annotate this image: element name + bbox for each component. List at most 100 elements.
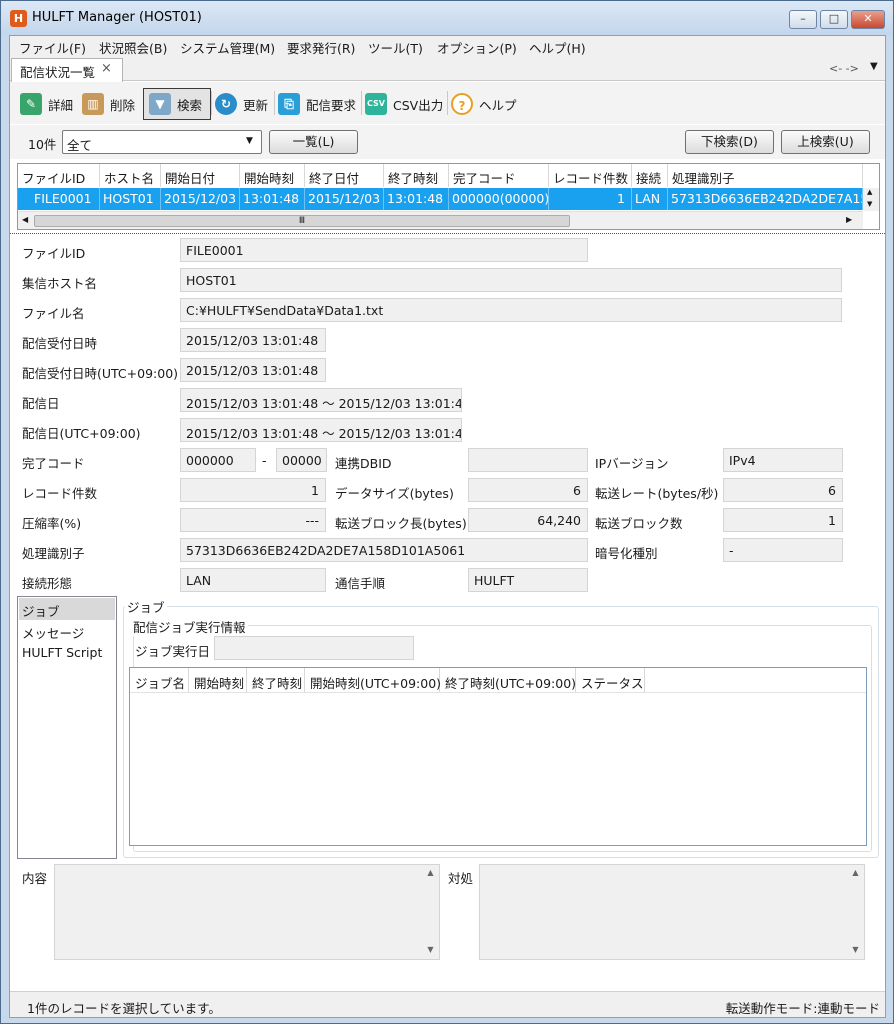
list-item[interactable]: メッセージ [19, 620, 115, 642]
grid-header[interactable]: 完了コード [449, 164, 549, 187]
grid-cell: LAN [632, 188, 668, 210]
tab-label: 配信状況一覧 [20, 65, 96, 80]
tab-dropdown-icon[interactable]: ▼ [870, 61, 878, 72]
protocol-label: 通信手順 [335, 576, 386, 591]
menu-status[interactable]: 状況照会(B) [99, 38, 167, 57]
action-textarea[interactable]: ▲ ▼ [479, 864, 865, 960]
status-bar: 1件のレコードを選択しています。 転送動作モード:連動モード [10, 991, 885, 1017]
file-name-label: ファイル名 [22, 306, 85, 321]
rate-field[interactable]: 6 [723, 478, 843, 502]
clipboard-icon: ⎘ [278, 93, 300, 115]
search-down-button[interactable]: 下検索(D) [685, 130, 774, 154]
dbid-field[interactable] [468, 448, 588, 472]
maximize-button[interactable]: □ [820, 10, 848, 29]
complete-code-detail-field[interactable]: 00000 [276, 448, 327, 472]
file-id-field[interactable]: FILE0001 [180, 238, 588, 262]
delivery-grid[interactable]: ファイルID ホスト名 開始日付 開始時刻 終了日付 終了時刻 完了コード レコ… [17, 163, 880, 230]
content-textarea[interactable]: ▲ ▼ [54, 864, 440, 960]
scroll-right-icon[interactable]: ▶ [846, 215, 852, 224]
search-up-button[interactable]: 上検索(U) [781, 130, 870, 154]
toolbar-separator [361, 91, 362, 115]
scroll-down-icon[interactable]: ▼ [847, 945, 864, 954]
protocol-field[interactable]: HULFT [468, 568, 588, 592]
title-bar: H HULFT Manager (HOST01) – □ ✕ [1, 1, 893, 35]
proc-id-field[interactable]: 57313D6636EB242DA2DE7A158D101A5061 [180, 538, 588, 562]
menu-help[interactable]: ヘルプ(H) [529, 38, 586, 57]
search-button[interactable]: ▼ 検索 [143, 88, 211, 120]
scroll-up-icon[interactable]: ▲ [847, 868, 864, 877]
grid-header[interactable]: ファイルID [18, 164, 100, 187]
send-date-utc-field[interactable]: 2015/12/03 13:01:48 ～ 2015/12/03 13:01:4… [180, 418, 462, 442]
grid-cell: 1 [549, 188, 632, 210]
accept-utc-field[interactable]: 2015/12/03 13:01:48 [180, 358, 326, 382]
grid-header[interactable]: ホスト名 [100, 164, 161, 187]
job-table[interactable]: ジョブ名 開始時刻 終了時刻 開始時刻(UTC+09:00) 終了時刻(UTC+… [129, 667, 867, 846]
minimize-button[interactable]: – [789, 10, 817, 29]
delete-button[interactable]: ▥ 削除 [82, 88, 135, 120]
detail-category-list[interactable]: ジョブ メッセージ HULFT Script [17, 596, 117, 859]
job-table-header[interactable]: 開始時刻(UTC+09:00) [305, 668, 441, 692]
send-date-field[interactable]: 2015/12/03 13:01:48 ～ 2015/12/03 13:01:4… [180, 388, 462, 412]
grid-header[interactable]: 開始時刻 [240, 164, 305, 187]
blocklen-field[interactable]: 64,240 [468, 508, 588, 532]
complete-code-field[interactable]: 000000 [180, 448, 256, 472]
tab-close-icon[interactable]: × [101, 61, 112, 76]
accept-field[interactable]: 2015/12/03 13:01:48 [180, 328, 326, 352]
job-table-header[interactable]: 終了時刻(UTC+09:00) [440, 668, 576, 692]
content-scrollbar[interactable]: ▲ ▼ [422, 865, 439, 959]
horizontal-scrollbar[interactable]: ◀ Ⅲ ▶ [18, 211, 863, 229]
action-label: 対処 [448, 871, 474, 886]
list-item[interactable]: ジョブ [19, 598, 115, 620]
grid-header[interactable]: 接続 [632, 164, 668, 187]
job-table-header[interactable]: ジョブ名 [130, 668, 189, 692]
vertical-scrollbar[interactable]: ▲ ▼ [863, 188, 879, 211]
grid-header[interactable]: レコード件数 [549, 164, 632, 187]
job-table-header[interactable]: 開始時刻 [189, 668, 247, 692]
splitter[interactable] [10, 233, 885, 235]
job-date-field[interactable] [214, 636, 414, 660]
csv-export-button[interactable]: CSV CSV出力 [365, 88, 443, 120]
job-table-header[interactable]: 終了時刻 [247, 668, 305, 692]
scroll-up-icon[interactable]: ▲ [867, 188, 872, 196]
grid-header[interactable]: 開始日付 [161, 164, 240, 187]
list-item[interactable]: HULFT Script [19, 642, 115, 664]
toolbar: ✎ 詳細 ▥ 削除 ▼ 検索 ↻ 更新 ⎘ 配信要求 CSV CSV出力 ? ヘ… [10, 82, 885, 124]
menu-request[interactable]: 要求発行(R) [287, 38, 355, 57]
datasize-field[interactable]: 6 [468, 478, 588, 502]
help-button[interactable]: ? ヘルプ [451, 88, 517, 120]
crypt-field[interactable]: - [723, 538, 843, 562]
refresh-button[interactable]: ↻ 更新 [215, 88, 268, 120]
grid-header[interactable]: 終了時刻 [384, 164, 449, 187]
file-name-field[interactable]: C:¥HULFT¥SendData¥Data1.txt [180, 298, 842, 322]
grid-header[interactable]: 終了日付 [305, 164, 384, 187]
blockcount-field[interactable]: 1 [723, 508, 843, 532]
scroll-up-icon[interactable]: ▲ [422, 868, 439, 877]
csv-icon: CSV [365, 93, 387, 115]
menu-tools[interactable]: ツール(T) [368, 38, 423, 57]
menu-system[interactable]: システム管理(M) [180, 38, 275, 57]
accept-label: 配信受付日時 [22, 336, 98, 351]
send-request-button[interactable]: ⎘ 配信要求 [278, 88, 356, 120]
filter-select[interactable]: 全て ▼ [62, 130, 262, 154]
host-field[interactable]: HOST01 [180, 268, 842, 292]
scroll-thumb[interactable]: Ⅲ [34, 215, 570, 227]
scroll-left-icon[interactable]: ◀ [22, 215, 28, 224]
menu-file[interactable]: ファイル(F) [19, 38, 86, 57]
menu-options[interactable]: オプション(P) [437, 38, 517, 57]
job-table-header[interactable]: ステータス [576, 668, 645, 692]
conn-field[interactable]: LAN [180, 568, 326, 592]
action-scrollbar[interactable]: ▲ ▼ [847, 865, 864, 959]
records-field[interactable]: 1 [180, 478, 326, 502]
compress-label: 圧縮率(%) [22, 516, 82, 531]
grid-header[interactable]: 処理識別子 [668, 164, 863, 187]
blocklen-label: 転送ブロック長(bytes) [335, 516, 467, 531]
scroll-down-icon[interactable]: ▼ [422, 945, 439, 954]
compress-field[interactable]: --- [180, 508, 326, 532]
detail-button[interactable]: ✎ 詳細 [20, 88, 73, 120]
ipver-field[interactable]: IPv4 [723, 448, 843, 472]
tab-nav-arrows[interactable]: <- -> [829, 62, 859, 75]
tab-delivery-status[interactable]: 配信状況一覧 × [11, 58, 123, 82]
scroll-down-icon[interactable]: ▼ [867, 200, 872, 208]
close-button[interactable]: ✕ [851, 10, 885, 29]
list-button[interactable]: 一覧(L) [269, 130, 358, 154]
